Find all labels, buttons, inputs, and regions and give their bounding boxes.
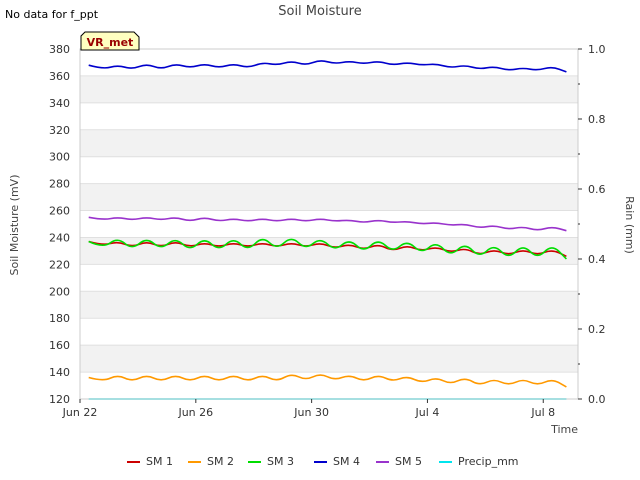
- y2-tick-label: 0.0: [588, 393, 606, 406]
- y2-tick-label: 0.8: [588, 113, 606, 126]
- y-tick-label: 340: [49, 97, 70, 110]
- plot-band: [80, 291, 578, 319]
- legend-label-sm-3: SM 3: [267, 455, 294, 468]
- y-tick-label: 320: [49, 124, 70, 137]
- y-tick-label: 200: [49, 285, 70, 298]
- legend-label-sm-4: SM 4: [333, 455, 360, 468]
- x-tick-label: Jul 8: [530, 406, 555, 419]
- y-tick-label: 260: [49, 205, 70, 218]
- x-tick-label: Jun 26: [177, 406, 213, 419]
- y-tick-label: 160: [49, 339, 70, 352]
- y2-tick-label: 0.2: [588, 323, 606, 336]
- y-tick-label: 120: [49, 393, 70, 406]
- legend-label-precip-mm: Precip_mm: [458, 455, 519, 468]
- plot-band: [80, 156, 578, 184]
- y2-tick-label: 1.0: [588, 43, 606, 56]
- soil-moisture-chart: 120 140 160 180 200 220 240 260 280 300 320 340 360 3…: [8, 4, 636, 468]
- legend-label-sm-2: SM 2: [207, 455, 234, 468]
- plot-band: [80, 210, 578, 238]
- plot-band: [80, 129, 578, 157]
- y-tick-label: 140: [49, 366, 70, 379]
- y-tick-label: 300: [49, 151, 70, 164]
- y-tick-label: 280: [49, 178, 70, 191]
- y-tick-label: 220: [49, 258, 70, 271]
- plot-band: [80, 102, 578, 130]
- y-tick-label: 360: [49, 70, 70, 83]
- x-axis-label: Time: [550, 423, 578, 436]
- y2-tick-label: 0.4: [588, 253, 606, 266]
- x-tick-label: Jun 22: [62, 406, 98, 419]
- legend-label-sm-1: SM 1: [146, 455, 173, 468]
- site-tag: VR_met: [80, 31, 140, 51]
- y-tick-label: 240: [49, 231, 70, 244]
- plot-band: [80, 183, 578, 211]
- y2-tick-label: 0.6: [588, 183, 606, 196]
- x-tick-label: Jul 4: [415, 406, 440, 419]
- legend-label-sm-5: SM 5: [395, 455, 422, 468]
- y-axis-label: Soil Moisture (mV): [8, 175, 21, 276]
- plot-band: [80, 264, 578, 292]
- plot-band: [80, 237, 578, 265]
- plot-band: [80, 318, 578, 346]
- y-tick-label: 380: [49, 43, 70, 56]
- x-tick-label: Jun 30: [293, 406, 329, 419]
- site-tag-label: VR_met: [87, 36, 134, 49]
- plot-band: [80, 372, 578, 399]
- chart-title: Soil Moisture: [278, 4, 362, 19]
- plot-bands: [80, 49, 578, 400]
- y2-axis-label: Rain (mm): [623, 196, 636, 254]
- plot-band: [80, 75, 578, 103]
- plot-band: [80, 345, 578, 373]
- y-tick-label: 180: [49, 312, 70, 325]
- legend: SM 1 SM 2 SM 3 SM 4 SM 5 Precip_mm: [127, 455, 519, 468]
